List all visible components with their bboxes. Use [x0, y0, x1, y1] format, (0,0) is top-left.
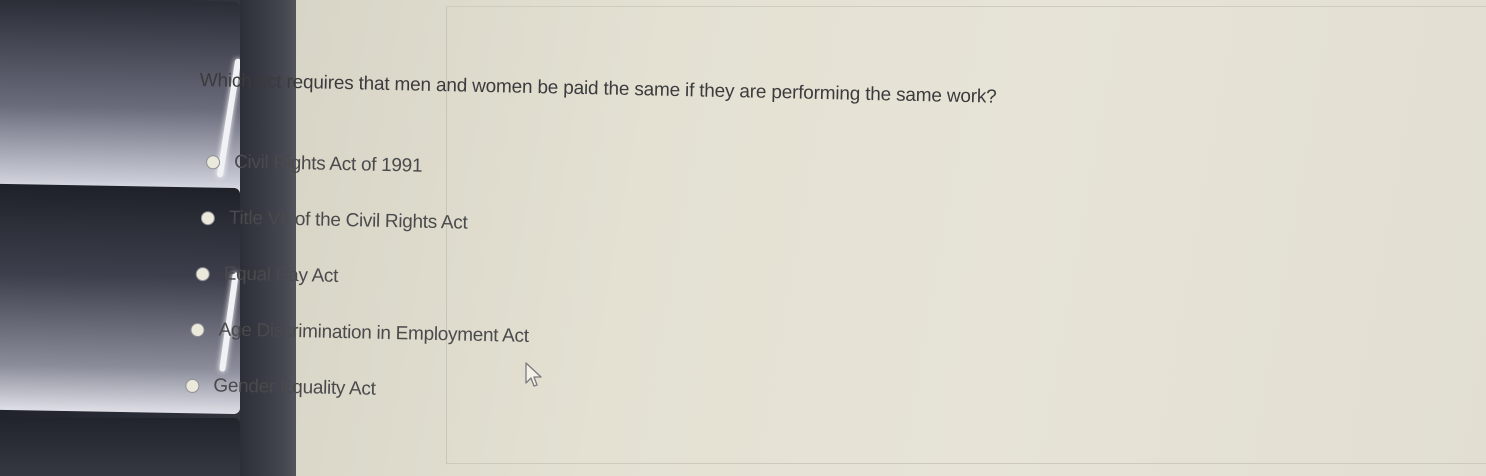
- answer-option-label: Age Discrimination in Employment Act: [218, 319, 529, 347]
- mouse-pointer-icon: [525, 362, 542, 387]
- radio-button-icon[interactable]: [205, 155, 221, 170]
- radio-button-icon[interactable]: [185, 378, 200, 394]
- answer-option-label: Title VII of the Civil Rights Act: [228, 207, 468, 234]
- answer-option-label: Equal Pay Act: [223, 263, 339, 287]
- answer-option-label: Civil Rights Act of 1991: [233, 151, 423, 177]
- radio-button-icon[interactable]: [195, 266, 210, 282]
- answer-option-label: Gender Equality Act: [213, 375, 376, 400]
- radio-button-icon[interactable]: [190, 322, 205, 338]
- radio-button-icon[interactable]: [200, 211, 216, 226]
- answer-options: Civil Rights Act of 1991 Title VII of th…: [185, 134, 1099, 433]
- photo-scene: Which act requires that men and women be…: [0, 0, 1486, 476]
- quiz-question-block: Which act requires that men and women be…: [185, 70, 1100, 433]
- blind-slat: [0, 418, 240, 476]
